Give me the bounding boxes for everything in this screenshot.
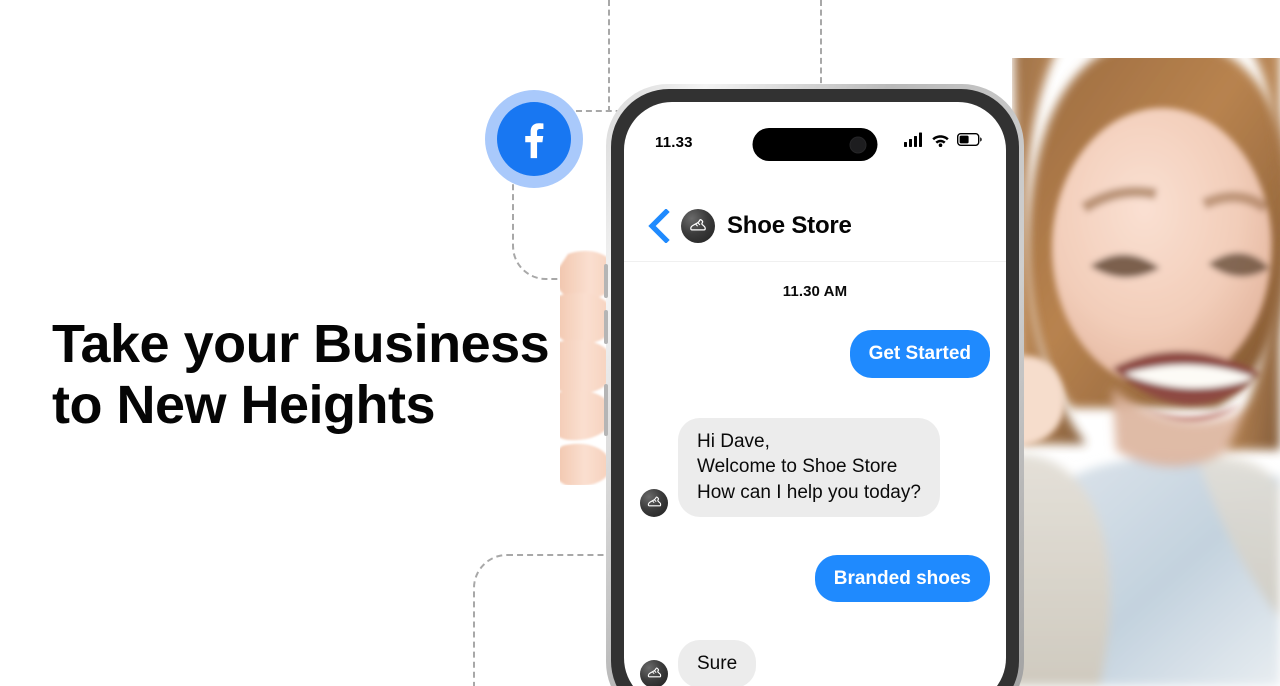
message-bubble-sure[interactable]: Sure xyxy=(678,640,757,686)
shoe-icon xyxy=(647,667,661,678)
message-bubble-get-started[interactable]: Get Started xyxy=(849,330,990,378)
conversation-timestamp: 11.30 AM xyxy=(782,283,848,300)
headline-line-1: Take your Business xyxy=(52,314,550,375)
phone-mockup: 11.33 Shoe Store 11.30 AM Get Started Hi… xyxy=(604,84,1024,686)
headline-line-2: to New Heights xyxy=(52,374,436,435)
message-row-incoming: Sure xyxy=(640,640,990,686)
message-row-incoming: Hi Dave, Welcome to Shoe Store How can I… xyxy=(640,417,990,517)
shoe-icon xyxy=(690,218,706,231)
message-row-outgoing: Get Started xyxy=(640,330,990,378)
facebook-badge[interactable] xyxy=(485,90,583,188)
chat-title: Shoe Store xyxy=(727,211,852,239)
dashed-guide-corner-lower xyxy=(473,554,625,686)
shoe-icon xyxy=(647,496,661,507)
message-avatar xyxy=(640,659,668,686)
page-title: Take your Business to New Heights xyxy=(52,314,592,435)
message-avatar xyxy=(640,488,668,517)
facebook-icon xyxy=(497,102,571,176)
page-canvas: Take your Business to New Heights 11.33 … xyxy=(0,0,1280,686)
status-bar: 11.33 xyxy=(624,128,1006,164)
volume-down-button[interactable] xyxy=(604,310,608,344)
status-time: 11.33 xyxy=(655,134,693,151)
message-bubble-welcome[interactable]: Hi Dave, Welcome to Shoe Store How can I… xyxy=(678,417,940,517)
side-power-button[interactable] xyxy=(604,384,608,436)
cellular-signal-icon xyxy=(904,132,922,147)
wifi-icon xyxy=(932,134,949,147)
status-icons xyxy=(904,132,982,147)
battery-icon xyxy=(957,133,982,146)
message-bubble-branded-shoes[interactable]: Branded shoes xyxy=(814,554,990,603)
conversation-thread[interactable]: 11.30 AM Get Started Hi Dave, Welcome to… xyxy=(624,263,1006,686)
hero-photo-woman xyxy=(1012,58,1280,686)
volume-up-button[interactable] xyxy=(604,264,608,298)
phone-screen: 11.33 Shoe Store 11.30 AM Get Started Hi… xyxy=(624,102,1006,686)
dynamic-island xyxy=(752,128,878,161)
chat-avatar[interactable] xyxy=(681,208,715,243)
phone-frame: 11.33 Shoe Store 11.30 AM Get Started Hi… xyxy=(611,89,1019,686)
chat-header: Shoe Store xyxy=(624,190,1006,262)
message-row-outgoing: Branded shoes xyxy=(640,554,990,603)
back-chevron-icon[interactable] xyxy=(646,208,672,243)
front-camera-icon xyxy=(849,136,867,153)
